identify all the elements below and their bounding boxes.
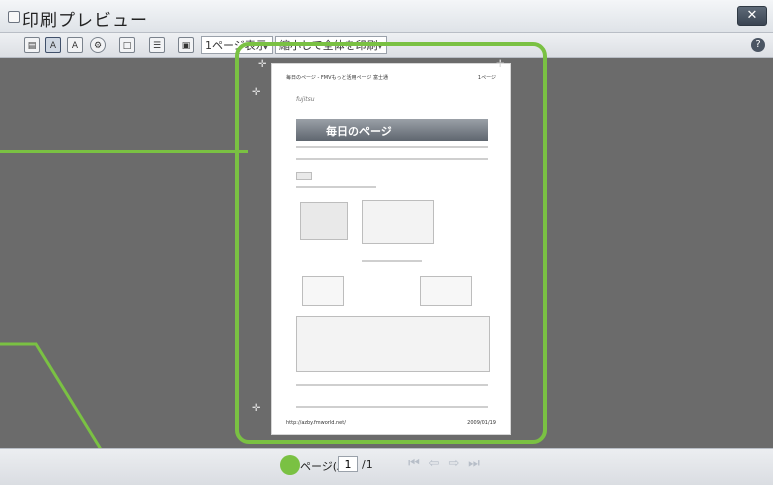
first-page-icon[interactable]: ⏮ [406,456,422,472]
callout-marker [280,455,300,475]
page-total: /1 [362,458,373,471]
page-number-input[interactable]: 1 [338,456,358,472]
status-bar [0,448,773,485]
callout-lines [0,342,282,466]
next-page-icon[interactable]: ⇨ [446,456,462,472]
previous-page-icon[interactable]: ⇦ [426,456,442,472]
last-page-icon[interactable]: ⏭ [466,456,482,472]
print-preview-window: 印刷プレビュー ✕ ▤ A A ⚙ □ ☰ ▣ 1ページ表示 ▼ 縮小して全体を… [0,0,773,485]
